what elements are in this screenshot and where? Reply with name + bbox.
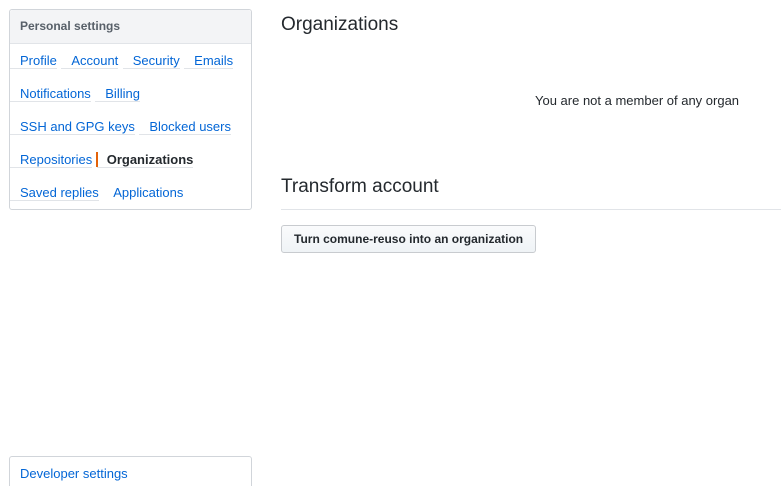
sidebar-item-emails[interactable]: Emails (184, 53, 234, 69)
sidebar-item-ssh-gpg-keys[interactable]: SSH and GPG keys (10, 119, 135, 135)
sidebar-item-billing[interactable]: Billing (95, 86, 140, 102)
sidebar-item-developer-settings[interactable]: Developer settings (10, 466, 128, 481)
developer-settings-menu: Developer settings (9, 456, 252, 486)
sidebar-item-repositories[interactable]: Repositories (10, 152, 93, 168)
sidebar-item-notifications[interactable]: Notifications (10, 86, 91, 102)
sidebar-item-account[interactable]: Account (61, 53, 119, 69)
settings-page: Personal settings Profile Account Securi… (0, 0, 781, 486)
sidebar-item-organizations[interactable]: Organizations (96, 152, 194, 168)
sidebar-item-blocked-users[interactable]: Blocked users (139, 119, 231, 135)
sidebar-item-saved-replies[interactable]: Saved replies (10, 185, 99, 201)
section-divider (281, 209, 781, 210)
sidebar-item-applications[interactable]: Applications (103, 185, 183, 200)
empty-organizations-message: You are not a member of any organ (535, 93, 740, 108)
transform-account-heading: Transform account (281, 176, 439, 197)
organizations-heading: Organizations (281, 14, 399, 35)
personal-settings-menu: Personal settings Profile Account Securi… (9, 9, 252, 210)
menu-heading: Personal settings (10, 10, 251, 44)
sidebar-item-security[interactable]: Security (122, 53, 180, 69)
turn-into-organization-button[interactable]: Turn comune-reuso into an organization (281, 225, 537, 253)
sidebar-item-profile[interactable]: Profile (10, 53, 57, 69)
